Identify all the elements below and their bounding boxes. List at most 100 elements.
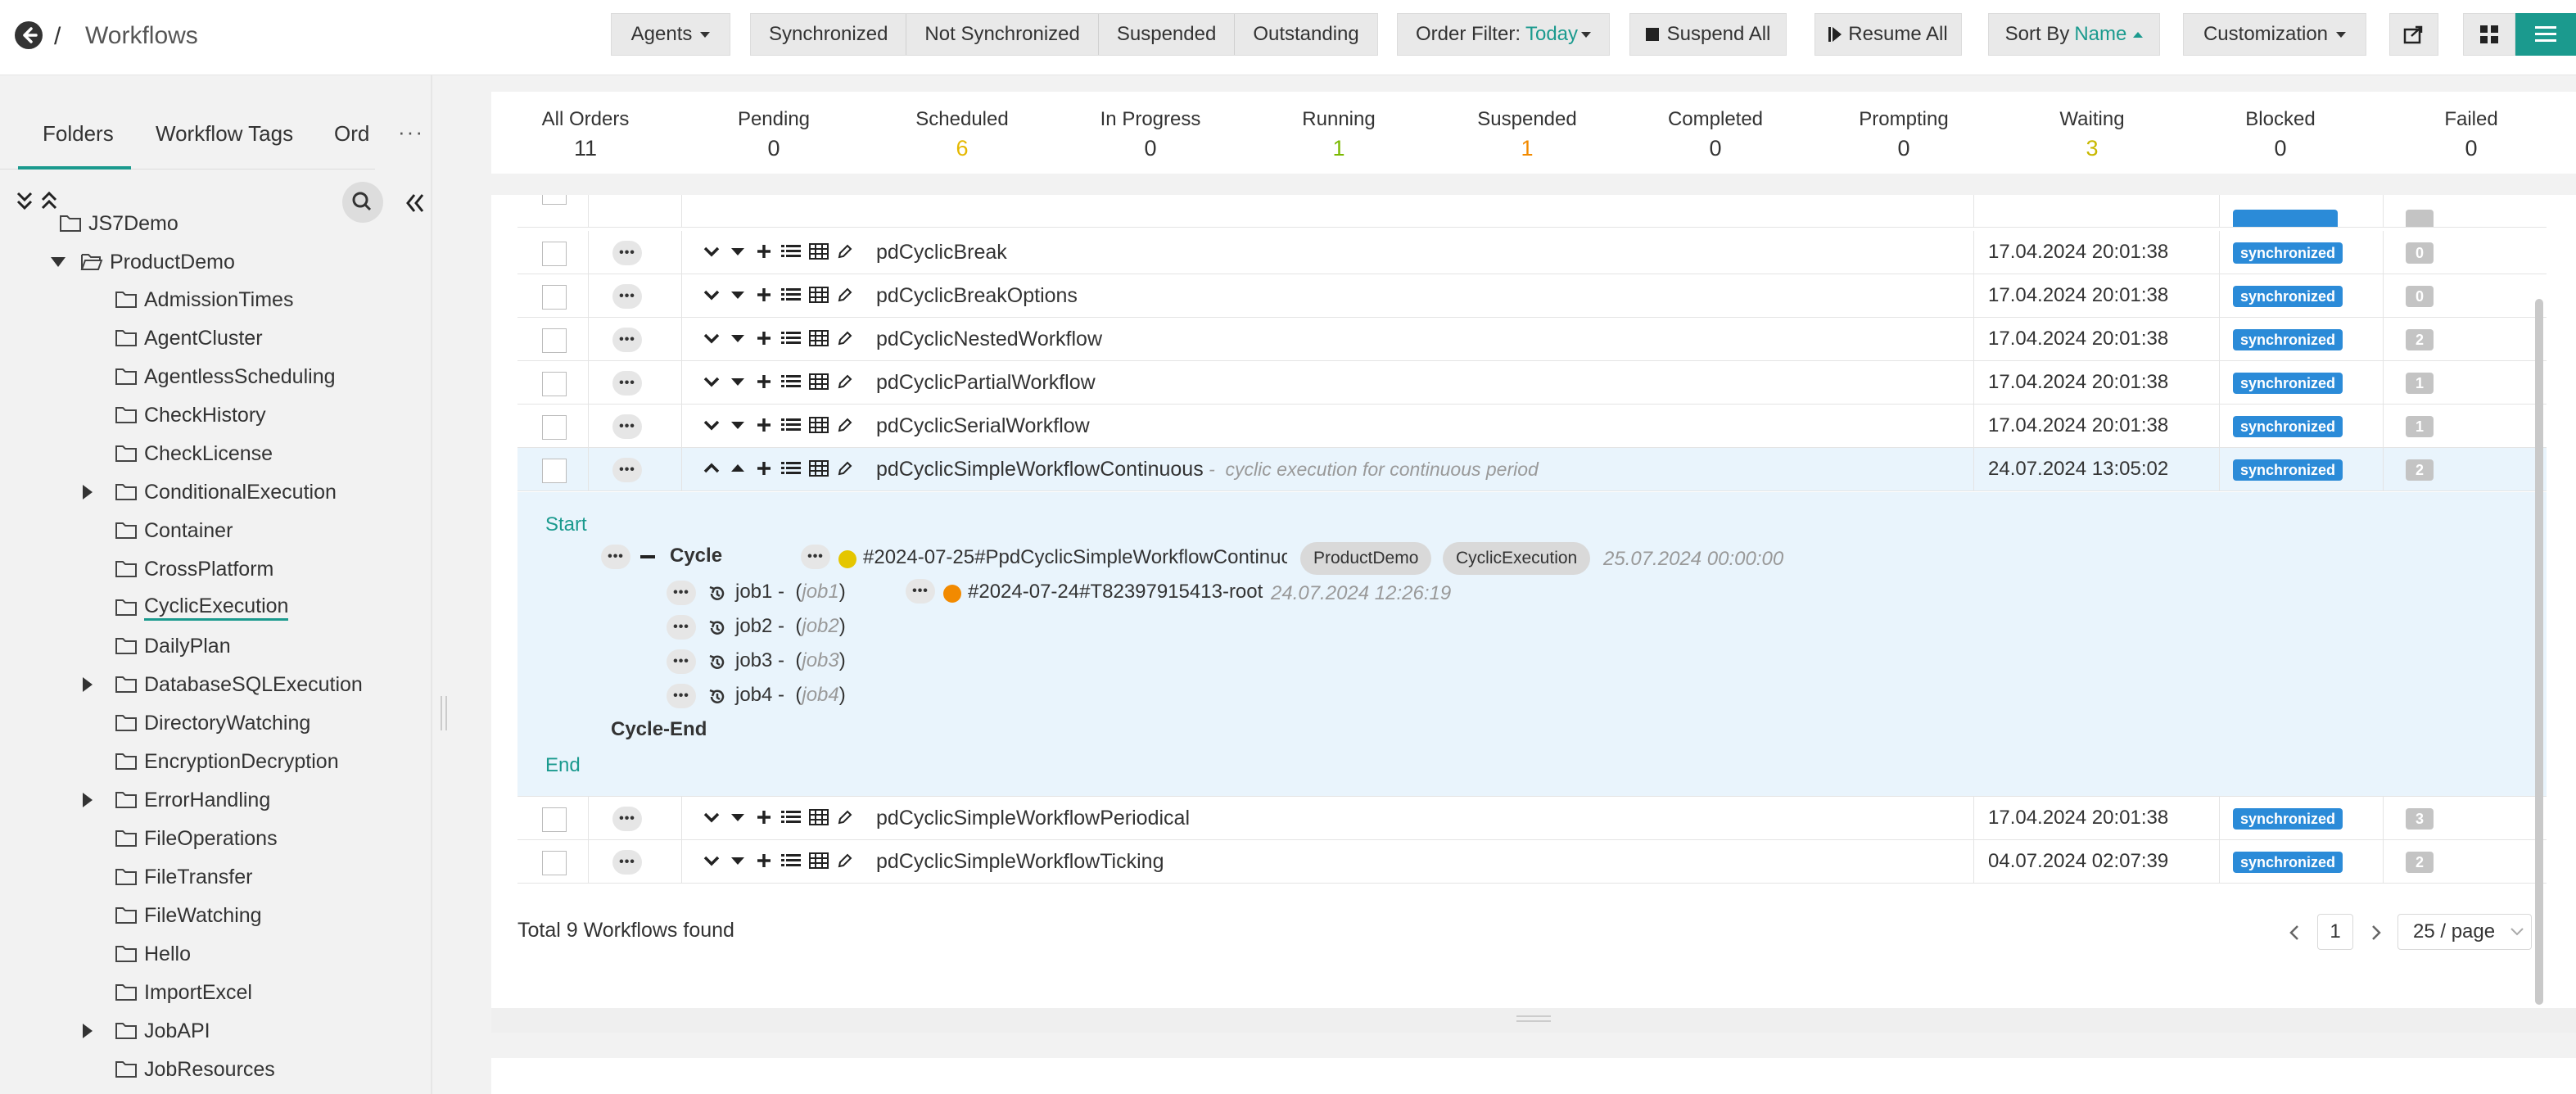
edit-pencil-icon[interactable] [837, 287, 853, 303]
row-actions-button[interactable]: ••• [612, 414, 642, 439]
tree-item-checkhistory[interactable]: CheckHistory [84, 396, 266, 434]
summary-stat-in-progress[interactable]: In Progress 0 [1069, 108, 1232, 161]
summary-stat-prompting[interactable]: Prompting 0 [1822, 108, 1986, 161]
edit-pencil-icon[interactable] [837, 243, 853, 260]
order-more-button[interactable]: ••• [801, 545, 830, 569]
table-row[interactable]: ••• pdCyclicPartialWorkflow 17.04.2024 20:… [517, 361, 2547, 405]
table-icon[interactable] [809, 373, 829, 391]
sub-order-more-button[interactable]: ••• [906, 579, 935, 604]
caret-down-icon[interactable] [729, 373, 747, 391]
tree-item-admissiontimes[interactable]: AdmissionTimes [84, 281, 293, 319]
list-icon[interactable] [781, 286, 801, 304]
customization-dropdown[interactable]: Customization [2183, 13, 2366, 56]
tree-item-directorywatching[interactable]: DirectoryWatching [84, 704, 310, 742]
caret-down-icon[interactable] [729, 808, 747, 826]
add-order-icon[interactable] [755, 416, 773, 434]
tree-item-filewatching[interactable]: FileWatching [84, 897, 262, 934]
row-checkbox[interactable] [542, 415, 567, 440]
tree-item-filetransfer[interactable]: FileTransfer [84, 858, 252, 896]
table-row[interactable]: ••• pdCyclicSimpleWorkflowContinuous - cy… [517, 448, 2547, 491]
list-icon[interactable] [781, 459, 801, 477]
caret-up-icon[interactable] [729, 459, 747, 477]
table-row[interactable]: ••• pdCyclicSerialWorkflow 17.04.2024 20:0… [517, 405, 2547, 448]
workflow-name-text[interactable]: pdCyclicSerialWorkflow [876, 414, 1090, 437]
collapse-minus-icon[interactable] [640, 555, 655, 558]
row-checkbox[interactable] [542, 459, 567, 483]
row-actions-button[interactable]: ••• [612, 328, 642, 352]
caret-down-icon[interactable] [729, 416, 747, 434]
add-order-icon[interactable] [755, 373, 773, 391]
expand-chevron-icon[interactable] [703, 329, 721, 347]
row-actions-button[interactable]: ••• [612, 458, 642, 482]
row-checkbox[interactable] [542, 372, 567, 396]
back-arrow-icon[interactable] [15, 21, 43, 49]
add-order-icon[interactable] [755, 242, 773, 260]
tab-folders[interactable]: Folders [43, 121, 114, 147]
edit-pencil-icon[interactable] [837, 852, 853, 869]
sub-order-id[interactable]: #2024-07-24#T82397915413-root [968, 581, 1263, 604]
expand-chevron-icon[interactable] [703, 373, 721, 391]
summary-stat-failed[interactable]: Failed 0 [2389, 108, 2553, 161]
tree-item-encryptiondecryption[interactable]: EncryptionDecryption [84, 743, 339, 780]
row-checkbox[interactable] [542, 807, 567, 832]
table-icon[interactable] [809, 242, 829, 260]
filter-outstanding[interactable]: Outstanding [1235, 14, 1376, 55]
caret-down-icon[interactable] [729, 329, 747, 347]
expand-chevron-icon[interactable] [703, 416, 721, 434]
sidebar-tabs-more-button[interactable]: ··· [398, 120, 424, 145]
list-icon[interactable] [781, 329, 801, 347]
cycle-more-button[interactable]: ••• [601, 545, 630, 569]
workflow-name-text[interactable]: pdCyclicBreak [876, 241, 1007, 264]
table-row[interactable]: ••• pdCyclicBreak 17.04.2024 20:01:38 synch… [517, 231, 2547, 274]
order-id[interactable]: #2024-07-25#PpdCyclicSimpleWorkflowConti… [863, 546, 1287, 569]
summary-stat-running[interactable]: Running 1 [1257, 108, 1421, 161]
current-page[interactable]: 1 [2317, 914, 2353, 950]
workflow-name[interactable]: pdCyclicSimpleWorkflowTicking [876, 850, 1164, 874]
expand-chevron-icon[interactable] [703, 286, 721, 304]
table-icon[interactable] [809, 459, 829, 477]
list-icon[interactable] [781, 808, 801, 826]
workflow-name[interactable]: pdCyclicBreakOptions [876, 284, 1078, 308]
summary-stat-completed[interactable]: Completed 0 [1634, 108, 1797, 161]
sort-by-dropdown[interactable]: Sort By Name [1988, 13, 2160, 56]
tag-cyclicexecution[interactable]: CyclicExecution [1443, 542, 1591, 575]
caret-down-icon[interactable] [729, 286, 747, 304]
job-more-button[interactable]: ••• [667, 684, 696, 708]
tree-item-productdemo[interactable]: ProductDemo [51, 243, 235, 281]
job-more-button[interactable]: ••• [667, 581, 696, 605]
workflow-name[interactable]: pdCyclicPartialWorkflow [876, 371, 1096, 395]
table-row[interactable]: ••• pdCyclicBreakOptions 17.04.2024 20:01:… [517, 274, 2547, 318]
summary-stat-all-orders[interactable]: All Orders 11 [504, 108, 667, 161]
resume-all-button[interactable]: Resume All [1814, 13, 1962, 56]
filter-suspended[interactable]: Suspended [1099, 14, 1236, 55]
order-filter-dropdown[interactable]: Order Filter: Today [1397, 13, 1610, 56]
job-more-button[interactable]: ••• [667, 649, 696, 674]
table-icon[interactable] [809, 329, 829, 347]
table-row[interactable]: ••• pdCyclicNestedWorkflow 17.04.2024 20:0… [517, 318, 2547, 361]
tree-item-jobresources[interactable]: JobResources [84, 1051, 275, 1088]
edit-pencil-icon[interactable] [837, 460, 853, 477]
tab-workflow-tags[interactable]: Workflow Tags [156, 121, 293, 147]
table-icon[interactable] [809, 852, 829, 870]
workflow-name[interactable]: pdCyclicSimpleWorkflowPeriodical [876, 807, 1190, 830]
caret-down-icon[interactable] [51, 257, 66, 267]
workflow-name-text[interactable]: pdCyclicBreakOptions [876, 284, 1078, 307]
tree-item-jobapi[interactable]: JobAPI [83, 1012, 210, 1050]
table-scrollbar[interactable] [2535, 299, 2543, 1005]
list-view-button[interactable] [2515, 13, 2576, 56]
summary-stat-scheduled[interactable]: Scheduled 6 [880, 108, 1044, 161]
tree-item-container[interactable]: Container [84, 512, 233, 549]
add-order-icon[interactable] [755, 459, 773, 477]
tree-item-dailyplan[interactable]: DailyPlan [84, 627, 231, 665]
sidebar-resize-handle[interactable] [441, 696, 447, 730]
row-actions-button[interactable]: ••• [612, 241, 642, 265]
tree-item-conditionalexecution[interactable]: ConditionalExecution [83, 473, 337, 511]
tree-item-errorhandling[interactable]: ErrorHandling [83, 781, 270, 819]
row-checkbox[interactable] [542, 328, 567, 353]
workflow-name-text[interactable]: pdCyclicSimpleWorkflowPeriodical [876, 807, 1190, 830]
workflow-name[interactable]: pdCyclicNestedWorkflow [876, 328, 1102, 351]
job-more-button[interactable]: ••• [667, 615, 696, 640]
table-icon[interactable] [809, 286, 829, 304]
caret-right-icon[interactable] [83, 793, 93, 807]
suspend-all-button[interactable]: Suspend All [1629, 13, 1787, 56]
